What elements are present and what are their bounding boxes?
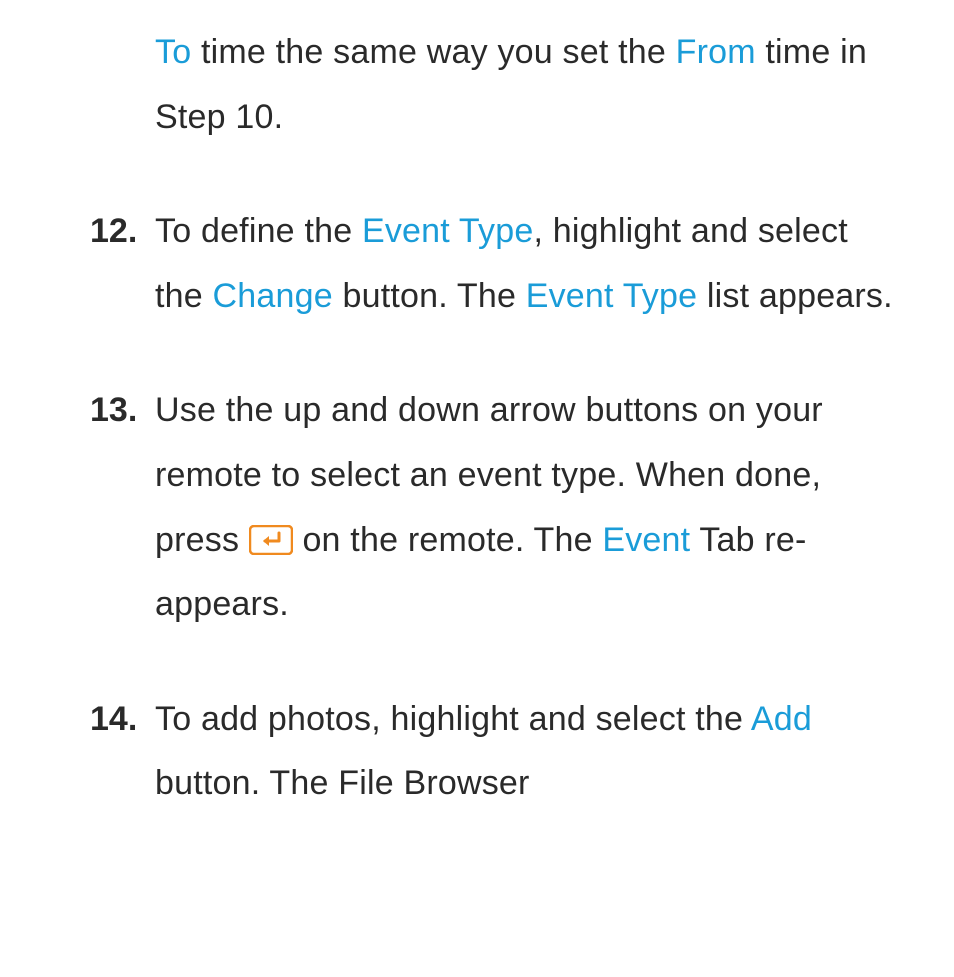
- text-segment: list appears.: [697, 277, 893, 315]
- intro-fragment: To time the same way you set the From ti…: [155, 20, 894, 149]
- step-number: 12.: [90, 199, 155, 328]
- text-segment: button. The File Browser: [155, 764, 530, 802]
- highlight-event: Event: [602, 521, 690, 559]
- step-14: 14. To add photos, highlight and select …: [90, 687, 894, 816]
- highlight-from: From: [676, 33, 756, 71]
- highlight-change: Change: [213, 277, 333, 315]
- text-segment: To define the: [155, 212, 362, 250]
- enter-icon: [249, 525, 293, 555]
- highlight-to: To: [155, 33, 191, 71]
- intro-text-1: time the same way you set the: [191, 33, 675, 71]
- step-text: Use the up and down arrow buttons on you…: [155, 378, 894, 636]
- step-12: 12. To define the Event Type, highlight …: [90, 199, 894, 328]
- text-segment: on the remote. The: [293, 521, 603, 559]
- step-text: To add photos, highlight and select the …: [155, 687, 894, 816]
- step-number: 13.: [90, 378, 155, 636]
- step-13: 13. Use the up and down arrow buttons on…: [90, 378, 894, 636]
- highlight-event-type: Event Type: [362, 212, 534, 250]
- manual-content: To time the same way you set the From ti…: [0, 0, 954, 816]
- step-text: To define the Event Type, highlight and …: [155, 199, 894, 328]
- highlight-event-type-2: Event Type: [526, 277, 698, 315]
- text-segment: button. The: [333, 277, 526, 315]
- text-segment: To add photos, highlight and select the: [155, 700, 751, 738]
- step-number: 14.: [90, 687, 155, 816]
- highlight-add: Add: [751, 700, 812, 738]
